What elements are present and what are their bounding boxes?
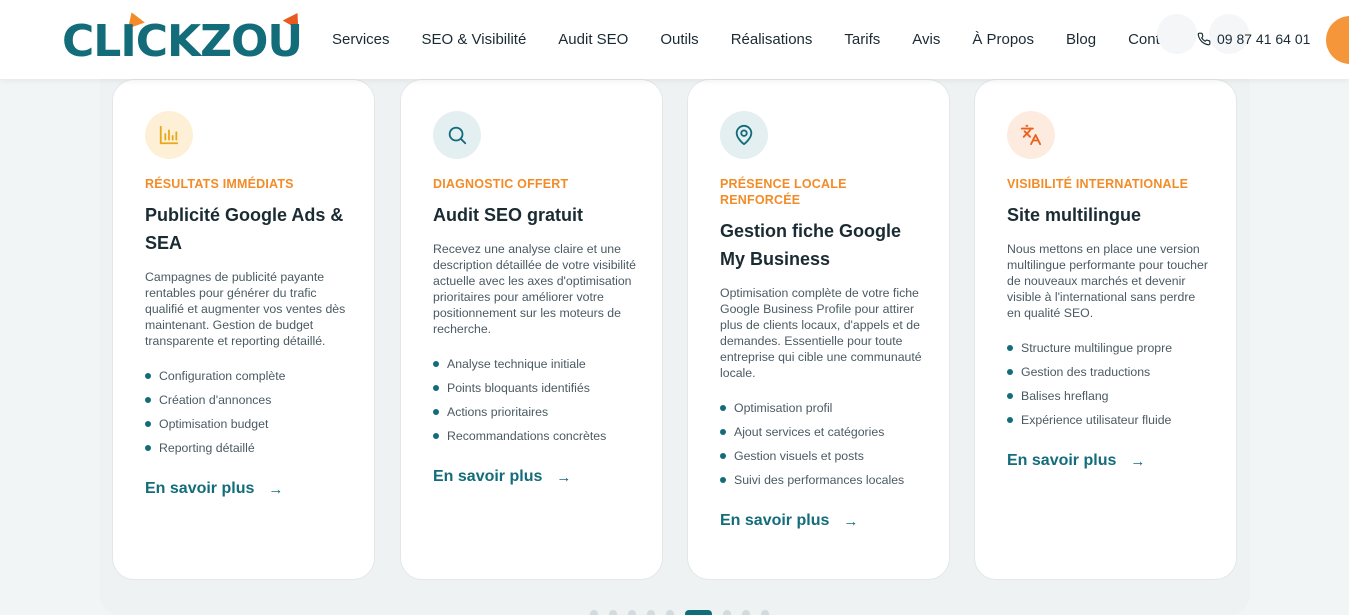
list-item: Gestion visuels et posts [720,444,925,468]
pagination-dot[interactable] [723,610,731,615]
list-item: Configuration complète [145,364,350,388]
nav-item-audit[interactable]: Audit SEO [558,31,628,48]
nav-item-realisations[interactable]: Réalisations [731,31,813,48]
list-item: Optimisation budget [145,412,350,436]
learn-more-label: En savoir plus [145,480,255,497]
service-card-multilingual: VISIBILITÉ INTERNATIONALE Site multiling… [974,79,1237,580]
list-item: Expérience utilisateur fluide [1007,408,1212,432]
carousel-pagination [590,610,780,615]
list-item: Recommandations concrètes [433,424,638,448]
cta-button[interactable] [1326,16,1349,64]
card-title: Publicité Google Ads & SEA [145,205,344,253]
arrow-right-icon: → [1130,452,1146,470]
pagination-dot[interactable] [742,610,750,615]
list-item: Création d'annonces [145,388,350,412]
nav-item-services[interactable]: Services [332,31,390,48]
pagination-dot[interactable] [609,610,617,615]
nav-item-a-propos[interactable]: À Propos [972,31,1034,48]
learn-more-link[interactable]: En savoir plus → [720,512,925,530]
search-icon [433,111,481,159]
feature-list: Configuration complète Création d'annonc… [145,364,350,460]
main-nav: Services SEO & Visibilité Audit SEO Outi… [332,0,1180,79]
phone-link[interactable]: 09 87 41 64 01 [1197,31,1310,47]
card-title: Audit SEO gratuit [433,205,583,225]
learn-more-label: En savoir plus [433,468,543,485]
card-description: Campagnes de publicité payante rentables… [145,270,346,348]
list-item: Optimisation profil [720,396,925,420]
nav-item-avis[interactable]: Avis [912,31,940,48]
card-description: Nous mettons en place une version multil… [1007,242,1208,320]
arrow-right-icon: → [556,468,572,486]
list-item: Gestion des traductions [1007,360,1212,384]
feature-list: Structure multilingue propre Gestion des… [1007,336,1212,432]
feature-list: Optimisation profil Ajout services et ca… [720,396,925,492]
card-title: Site multilingue [1007,205,1142,225]
learn-more-link[interactable]: En savoir plus → [145,480,350,498]
pagination-dot[interactable] [628,610,636,615]
service-card-google-my-business: PRÉSENCE LOCALE RENFORCÉE Gestion fiche … [687,79,950,580]
card-eyebrow: DIAGNOSTIC OFFERT [433,177,569,191]
translate-icon [1007,111,1055,159]
learn-more-label: En savoir plus [720,512,830,529]
service-card-audit-seo: DIAGNOSTIC OFFERT Audit SEO gratuit Rece… [400,79,663,580]
pagination-dot[interactable] [761,610,769,615]
bar-chart-icon [145,111,193,159]
phone-icon [1197,32,1211,46]
card-eyebrow: VISIBILITÉ INTERNATIONALE [1007,177,1189,191]
pagination-dot[interactable] [647,610,655,615]
phone-number: 09 87 41 64 01 [1217,31,1311,47]
nav-item-outils[interactable]: Outils [660,31,698,48]
list-item: Suivi des performances locales [720,468,925,492]
learn-more-link[interactable]: En savoir plus → [433,468,638,486]
site-header: CLICKZOU Services SEO & Visibilité Audit… [0,0,1349,79]
arrow-right-icon: → [843,512,859,530]
logo-text: CLICKZOU [62,16,303,67]
card-title: Gestion fiche Google My Business [720,221,902,269]
learn-more-link[interactable]: En savoir plus → [1007,452,1212,470]
feature-list: Analyse technique initiale Points bloqua… [433,352,638,448]
pagination-dot[interactable] [666,610,674,615]
nav-item-tarifs[interactable]: Tarifs [844,31,880,48]
service-card-google-ads: RÉSULTATS IMMÉDIATS Publicité Google Ads… [112,79,375,580]
list-item: Points bloquants identifiés [433,376,638,400]
list-item: Balises hreflang [1007,384,1212,408]
list-item: Structure multilingue propre [1007,336,1212,360]
card-description: Optimisation complète de votre fiche Goo… [720,286,922,380]
card-eyebrow: PRÉSENCE LOCALE RENFORCÉE [720,177,847,207]
list-item: Ajout services et catégories [720,420,925,444]
list-item: Actions prioritaires [433,400,638,424]
nav-item-blog[interactable]: Blog [1066,31,1096,48]
pagination-dot[interactable] [685,610,712,615]
card-description: Recevez une analyse claire et une descri… [433,242,637,336]
brand-logo[interactable]: CLICKZOU [62,8,307,68]
header-icon-button[interactable] [1157,14,1197,54]
nav-item-seo[interactable]: SEO & Visibilité [422,31,527,48]
list-item: Analyse technique initiale [433,352,638,376]
card-eyebrow: RÉSULTATS IMMÉDIATS [145,177,294,191]
list-item: Reporting détaillé [145,436,350,460]
arrow-right-icon: → [268,480,284,498]
pagination-dot[interactable] [590,610,598,615]
learn-more-label: En savoir plus [1007,452,1117,469]
map-pin-icon [720,111,768,159]
